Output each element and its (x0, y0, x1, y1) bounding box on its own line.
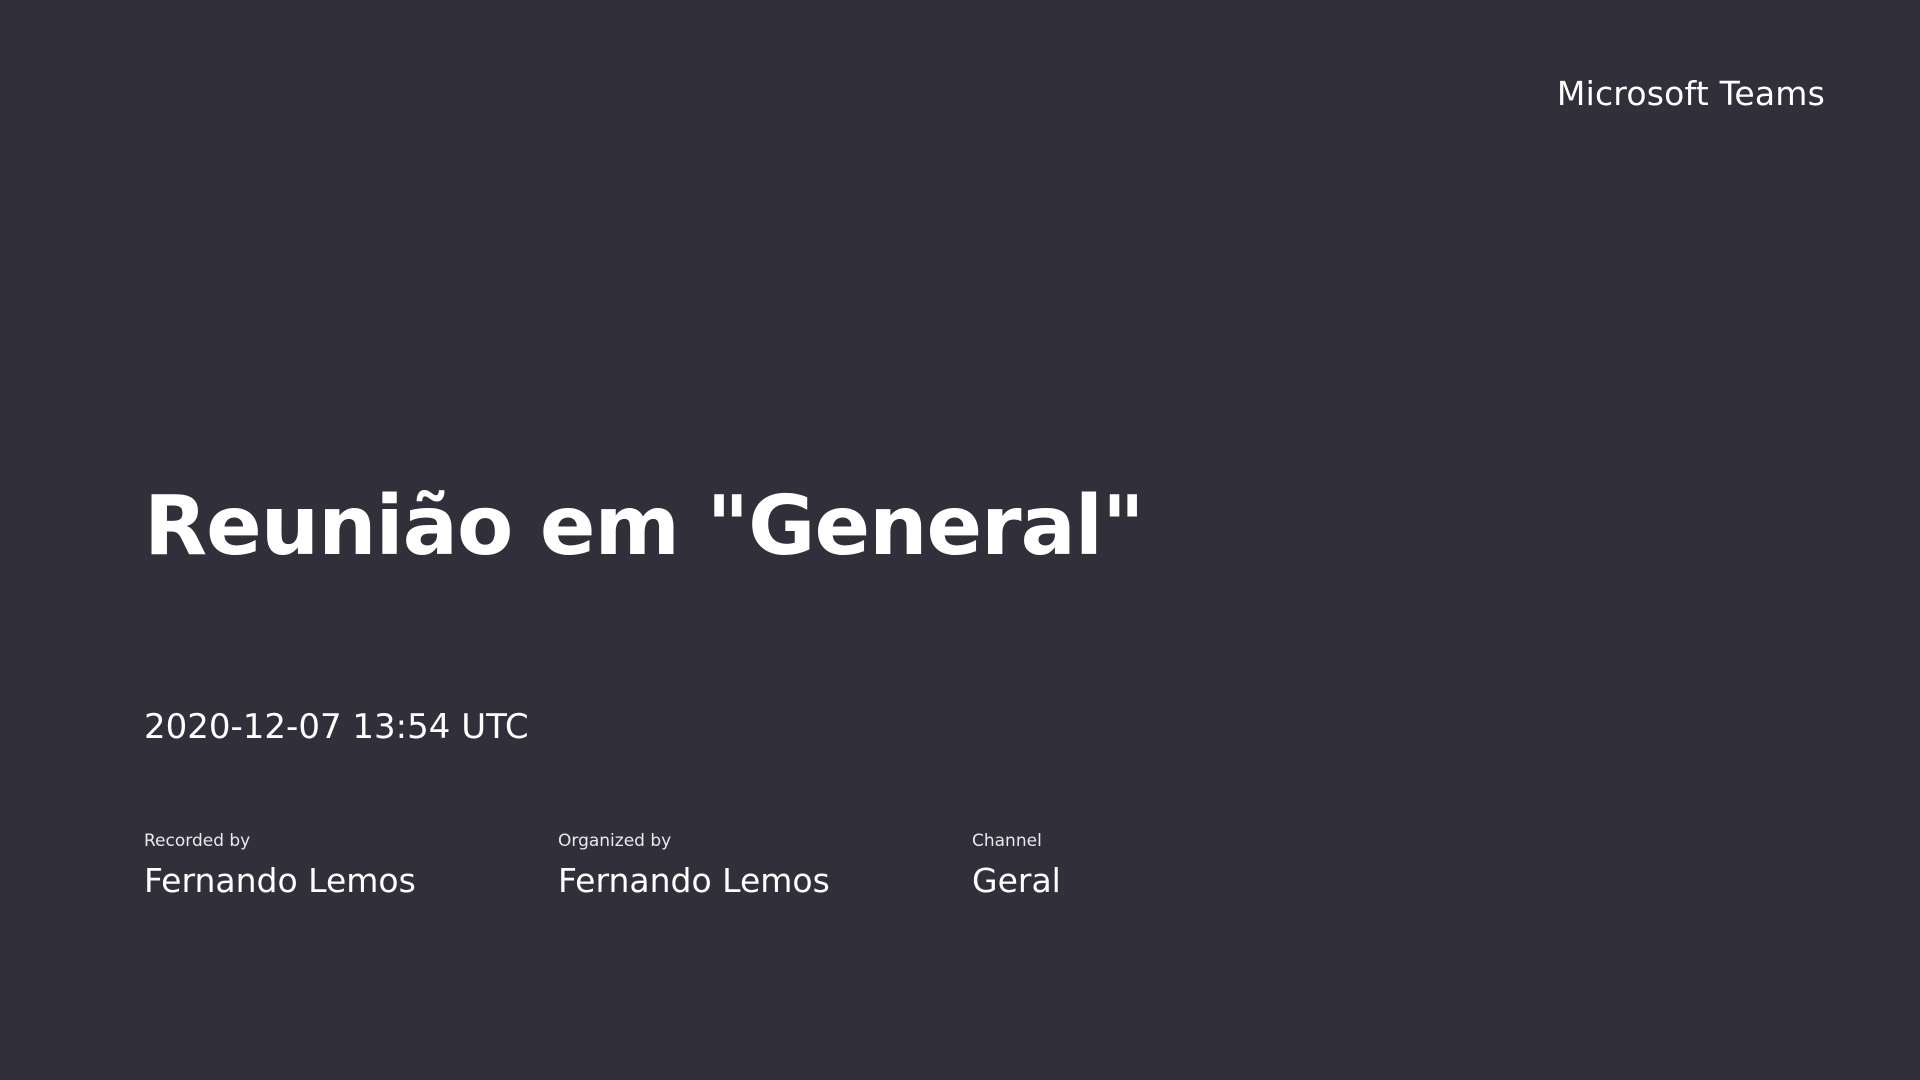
organized-by-value: Fernando Lemos (558, 861, 830, 900)
channel-value: Geral (972, 861, 1061, 900)
channel-label: Channel (972, 831, 1042, 851)
recorded-by-label: Recorded by (144, 831, 251, 851)
recorded-by-section: Recorded by Fernando Lemos (144, 831, 416, 900)
meeting-title: Reunião em "General" (144, 479, 1145, 574)
recorded-by-value: Fernando Lemos (144, 861, 416, 900)
recording-title-card: Microsoft Teams Reunião em "General" 202… (0, 0, 1920, 1080)
brand-name: Microsoft Teams (1556, 74, 1825, 113)
meeting-datetime: 2020-12-07 13:54 UTC (144, 707, 529, 747)
organized-by-section: Organized by Fernando Lemos (558, 831, 830, 900)
organized-by-label: Organized by (558, 831, 672, 851)
channel-section: Channel Geral (972, 831, 1061, 900)
meeting-details: Recorded by Fernando Lemos Organized by … (144, 833, 1344, 913)
